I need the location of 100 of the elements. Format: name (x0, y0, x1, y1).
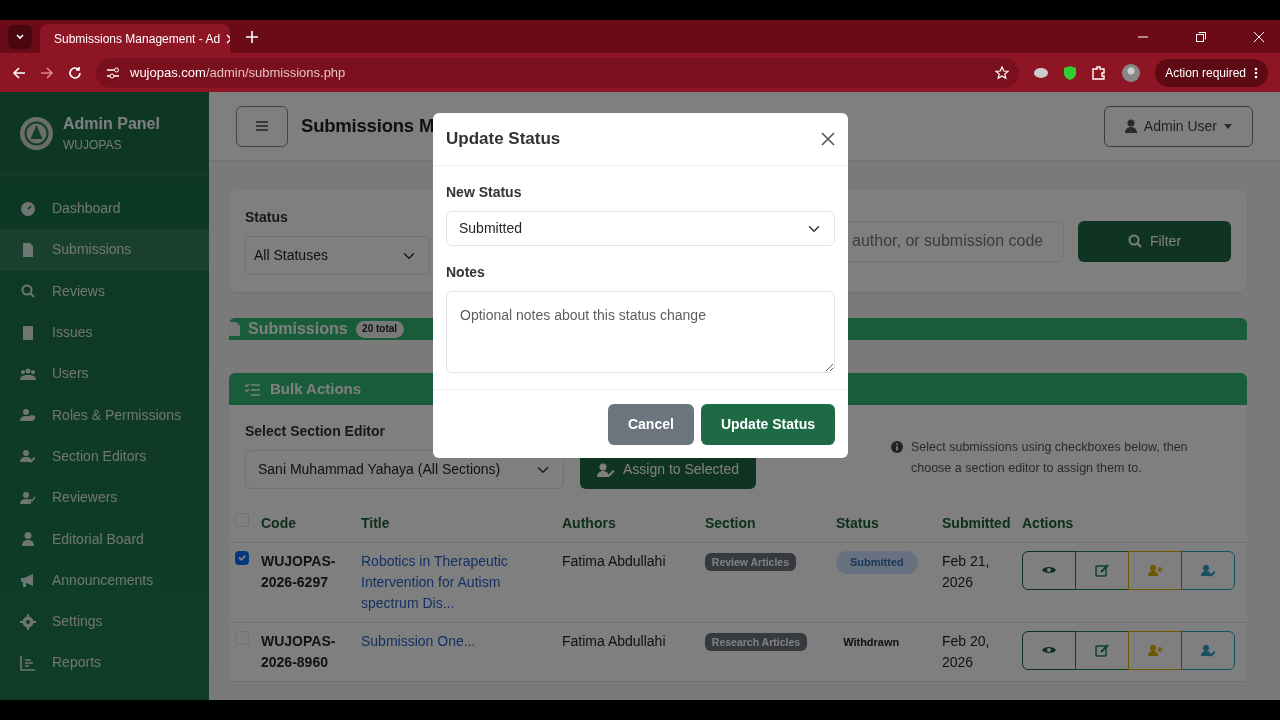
sidebar-item[interactable]: Users (0, 353, 209, 395)
assign-editor-button[interactable] (1181, 551, 1235, 590)
section-title: Submissions (248, 319, 348, 339)
gauge-icon (20, 200, 36, 217)
sidebar-item[interactable]: Reviewers (0, 477, 209, 519)
title-link[interactable]: Submission One... (361, 631, 550, 652)
search-icon (1127, 234, 1142, 248)
submission-code: WUJOPAS-2026-8960 (261, 632, 337, 672)
edit-button[interactable] (1075, 551, 1129, 590)
column-header: Title (355, 505, 556, 543)
star-icon[interactable] (995, 65, 1010, 80)
user-plus-icon (1147, 644, 1163, 657)
notes-label: Notes (446, 263, 486, 282)
dialog-title: Update Status (446, 128, 561, 151)
title-link[interactable]: Robotics in Therapeutic Intervention for Autism spectrum Dis... (361, 551, 550, 614)
book-icon (20, 324, 36, 341)
column-header: Section (699, 505, 830, 543)
new-status-label: New Status (446, 183, 523, 202)
column-header: Submitted (936, 505, 1016, 543)
url-text[interactable]: wujopas.com/admin/submissions.php (130, 62, 346, 83)
browser-tab[interactable]: Submissions Management - Ad (40, 24, 230, 53)
avatar-icon[interactable] (1121, 62, 1142, 83)
user-menu-button[interactable]: Admin User (1103, 105, 1253, 147)
info-icon (891, 441, 903, 453)
panel-title: Admin Panel (63, 114, 160, 134)
edit-icon (1094, 564, 1110, 577)
filter-button[interactable]: Filter (1078, 220, 1231, 262)
sidebar-item[interactable]: Reviews (0, 270, 209, 312)
new-status-select[interactable]: Submitted (446, 211, 835, 246)
sidebar-item[interactable]: Announcements (0, 559, 209, 601)
puzzle-icon[interactable] (1091, 64, 1108, 81)
back-icon[interactable] (12, 65, 26, 80)
cancel-button[interactable]: Cancel (607, 403, 694, 445)
sidebar-item[interactable]: Issues (0, 311, 209, 354)
user-edit-icon (20, 448, 36, 465)
document-icon (229, 322, 240, 336)
section-tag: Review Articles (705, 553, 796, 572)
sidebar-item[interactable]: Settings (0, 600, 209, 643)
tab-list-button[interactable] (8, 24, 32, 49)
column-header: Code (255, 505, 355, 543)
notes-field[interactable]: Optional notes about this status change (446, 291, 835, 373)
caret-icon (1224, 123, 1232, 129)
tab-title: Submissions Management - Ad (54, 30, 221, 48)
sidebar-item[interactable]: Editorial Board (0, 518, 209, 560)
user-icon (1124, 119, 1137, 133)
megaphone-icon (20, 572, 36, 589)
status-tag: Submitted (836, 551, 918, 574)
document-icon (20, 241, 36, 258)
editor-select[interactable]: Sani Muhammad Yahaya (All Sections) (245, 450, 564, 489)
forward-icon[interactable] (40, 65, 54, 80)
reload-icon[interactable] (68, 65, 82, 80)
count-badge: 20 total (355, 320, 404, 338)
update-status-button[interactable]: Update Status (700, 403, 835, 445)
edit-icon (1094, 644, 1110, 657)
view-button[interactable] (1022, 631, 1076, 670)
section-tag: Research Articles (705, 633, 807, 652)
checklist-icon (245, 382, 260, 396)
hint-text: Select submissions using checkboxes below, then choose a section editor to assign them to. (911, 439, 1189, 477)
site-settings-icon[interactable] (106, 66, 120, 79)
logo-icon (20, 116, 53, 150)
more-icon (1254, 66, 1258, 79)
chevron-down-icon (15, 31, 25, 42)
user-tie-icon (20, 531, 36, 547)
user-plus-icon (1147, 564, 1163, 577)
restore-icon[interactable] (1196, 31, 1206, 42)
sidebar-item[interactable]: Dashboard (0, 188, 209, 230)
panel-subtitle: WUJOPAS (63, 137, 123, 154)
user-edit-icon (597, 462, 615, 477)
sidebar-item[interactable]: Roles & Permissions (0, 394, 209, 436)
status-label: Status (245, 208, 289, 227)
author-name: Fatima Abdullahi (562, 553, 666, 569)
shield-icon[interactable] (1063, 64, 1078, 81)
menu-icon (256, 121, 268, 131)
sidebar-item[interactable]: Reports (0, 642, 209, 684)
view-button[interactable] (1022, 551, 1076, 590)
column-header: Status (830, 505, 936, 543)
submitted-date: Feb 21, 2026 (942, 552, 991, 592)
sidebar-item[interactable]: Section Editors (0, 435, 209, 478)
extension-icon[interactable] (1033, 65, 1050, 80)
user-check-icon (20, 489, 36, 506)
menu-toggle-button[interactable] (236, 105, 288, 147)
user-shield-icon (20, 407, 36, 424)
column-header: Actions (1016, 505, 1247, 543)
row-checkbox[interactable] (235, 551, 249, 565)
page-title: Submissions M (301, 114, 435, 139)
search-icon (20, 283, 36, 300)
user-edit-icon (1200, 564, 1216, 577)
edit-button[interactable] (1075, 631, 1129, 670)
status-tag: Withdrawn (836, 633, 907, 652)
submission-code: WUJOPAS-2026-6297 (261, 552, 337, 592)
chart-icon (20, 654, 36, 671)
gear-icon (20, 613, 36, 630)
editor-label: Select Section Editor (245, 422, 387, 441)
user-edit-icon (1200, 644, 1216, 657)
new-tab-icon[interactable] (246, 30, 258, 43)
column-header: Authors (556, 505, 699, 543)
author-name: Fatima Abdullahi (562, 633, 666, 649)
assign-editor-button[interactable] (1181, 631, 1235, 670)
action-required-button[interactable]: Action required (1155, 58, 1268, 87)
status-select[interactable]: All Statuses (245, 236, 430, 275)
